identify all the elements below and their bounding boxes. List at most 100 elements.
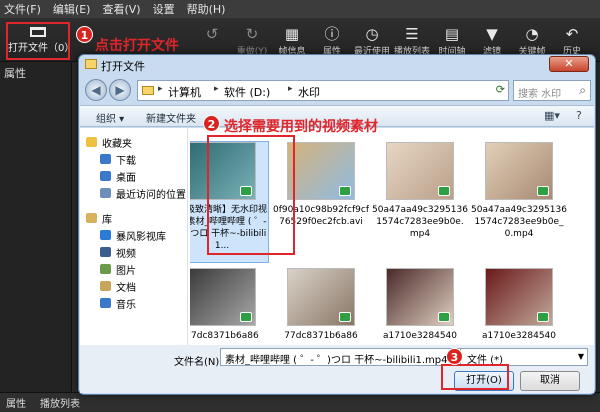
nav-item-label: 图片	[116, 265, 136, 277]
open-annotation-box	[441, 364, 509, 390]
nav-pane-item[interactable]: 桌面	[100, 168, 136, 184]
properties-panel: 属性	[0, 62, 72, 392]
nav-pane-item[interactable]: 暴风影视库	[100, 227, 166, 243]
nav-item-label: 最近访问的位置	[116, 189, 186, 201]
menu-item[interactable]: 设置	[153, 1, 175, 17]
video-file-icon	[240, 312, 252, 322]
toolbar-icon: ☰	[405, 25, 419, 43]
toolbar-button[interactable]: ↻ 重做(Y)	[232, 24, 272, 57]
nav-item-label: 收藏夹	[102, 138, 132, 150]
breadcrumb-drive[interactable]: 软件 (D:)	[224, 84, 270, 100]
dialog-title: 打开文件	[101, 60, 145, 73]
toolbar-button[interactable]: ⓘ 属性	[312, 24, 352, 57]
nav-item-label: 库	[102, 214, 112, 226]
toolbar-button[interactable]: ▦ 帧信息	[272, 24, 312, 57]
open-file-icon	[30, 27, 46, 37]
step-text-1: 点击打开文件	[95, 38, 179, 54]
file-name: 77dc8371b6a86	[284, 331, 358, 341]
dialog-title-bar: 打开文件 ✕	[79, 55, 595, 75]
organize-menu[interactable]: 组织 ▾	[96, 110, 124, 125]
nav-pane-item[interactable]: 文档	[100, 278, 136, 294]
filename-value: 素材_哔哩哔哩 ( ゜- ゜)つロ 干杯~-bilibili1.mp4.avi	[225, 355, 466, 366]
nav-pane-item[interactable]: 音乐	[100, 295, 136, 311]
file-name: a1710e3284540	[382, 331, 458, 341]
back-button[interactable]: ◀	[85, 79, 107, 101]
nav-pane-item[interactable]: 库	[86, 210, 112, 226]
breadcrumb-watermark[interactable]: 水印	[298, 84, 320, 100]
nav-pane-item[interactable]: 最近访问的位置	[100, 185, 186, 201]
toolbar-icon: ▤	[444, 25, 460, 43]
folder-icon	[85, 59, 97, 69]
menu-bar: 文件(F) 编辑(E) 查看(V) 设置 帮助(H)	[0, 0, 600, 18]
cancel-button[interactable]: 取消	[520, 371, 580, 391]
filename-field[interactable]: 素材_哔哩哔哩 ( ゜- ゜)つロ 干杯~-bilibili1.mp4.avi …	[220, 348, 470, 366]
video-thumbnail	[485, 268, 553, 326]
view-options-icon[interactable]: ▦▾	[544, 109, 560, 122]
video-thumbnail	[287, 142, 355, 200]
open-file-button[interactable]: 打开文件（0）	[6, 22, 74, 60]
help-icon[interactable]: ?	[576, 109, 582, 122]
toolbar-icon: ↶	[565, 25, 579, 43]
nav-item-label: 音乐	[116, 299, 136, 311]
menu-item[interactable]: 查看(V)	[102, 1, 140, 17]
video-file-icon	[438, 312, 450, 322]
nav-item-icon	[100, 171, 111, 181]
video-thumbnail	[386, 268, 454, 326]
nav-pane-item[interactable]: 图片	[100, 261, 136, 277]
file-name: 77dc8371b6a86	[190, 331, 259, 341]
forward-button[interactable]: ▶	[109, 79, 131, 101]
address-bar[interactable]: ▸ 计算机 ▸ 软件 (D:) ▸ 水印 ⟳	[137, 80, 509, 101]
dialog-body: 收藏夹下载桌面最近访问的位置库暴风影视库视频图片文档音乐 【极致清晰】无水印视频…	[80, 128, 594, 345]
toolbar-button[interactable]: ↺	[192, 24, 232, 44]
nav-item-icon	[86, 137, 97, 147]
nav-item-icon	[100, 264, 111, 274]
folder-icon	[142, 86, 154, 95]
nav-item-icon	[86, 213, 97, 223]
dialog-footer: 文件名(N): 素材_哔哩哔哩 ( ゜- ゜)つロ 干杯~-bilibili1.…	[80, 345, 594, 393]
nav-item-label: 文档	[116, 282, 136, 294]
file-name: 50a47aa49c32951361574c7283ee9b0e.mp4	[372, 205, 468, 239]
navigation-pane: 收藏夹下载 桌面最近访问的位置库暴风影视库视频图片文档音乐	[80, 128, 188, 345]
toolbar-icon: ⓘ	[324, 25, 340, 43]
chevron-right-icon: ▸	[288, 84, 293, 94]
close-button[interactable]: ✕	[549, 56, 589, 72]
menu-item[interactable]: 编辑(E)	[53, 1, 91, 17]
nav-item-icon	[100, 230, 111, 240]
open-file-label: 打开文件（0）	[8, 43, 75, 54]
video-thumbnail	[287, 268, 355, 326]
breadcrumb-computer[interactable]: 计算机	[168, 84, 201, 100]
video-thumbnail	[485, 142, 553, 200]
nav-item-label: 下载	[116, 155, 136, 167]
nav-item-icon	[100, 154, 111, 164]
toolbar-button[interactable]: ▼ 滤镜	[472, 24, 512, 57]
open-file-dialog: 打开文件 ✕ ◀ ▶ ▸ 计算机 ▸ 软件 (D:) ▸ 水印 ⟳ 搜索 水印 …	[78, 54, 596, 395]
menu-item[interactable]: 帮助(H)	[187, 1, 226, 17]
nav-item-label: 视频	[116, 248, 136, 260]
tab-properties[interactable]: 属性	[6, 395, 26, 410]
file-name: 50a47aa49c32951361574c7283ee9b0e_0.mp4	[471, 205, 567, 239]
file-name: a1710e3284540	[481, 331, 557, 341]
bottom-tab-bar: 属性 播放列表	[0, 392, 600, 412]
toolbar-button[interactable]: ◷ 最近使用	[352, 24, 392, 57]
menu-item[interactable]: 文件(F)	[4, 1, 41, 17]
search-input[interactable]: 搜索 水印 ⌕	[513, 80, 591, 101]
toolbar-icon: ▦	[284, 25, 300, 43]
toolbar-icon: ↻	[245, 25, 259, 43]
toolbar-button[interactable]: ◔ 关键帧	[512, 24, 552, 57]
video-thumbnail	[386, 142, 454, 200]
video-file-icon	[438, 186, 450, 196]
nav-item-icon	[100, 188, 111, 198]
video-file-icon	[339, 312, 351, 322]
tab-playlist[interactable]: 播放列表	[40, 395, 80, 410]
toolbar-icon: ↺	[205, 25, 219, 43]
toolbar-button[interactable]: ↶ 历史	[552, 24, 592, 57]
step-text-2: 选择需要用到的视频素材	[224, 119, 378, 135]
new-folder-button[interactable]: 新建文件夹	[146, 110, 196, 125]
toolbar-button[interactable]: ▤ 时间轴	[432, 24, 472, 57]
nav-pane-item[interactable]: 收藏夹	[86, 134, 132, 150]
nav-pane-item[interactable]: 视频	[100, 244, 136, 260]
toolbar-button[interactable]: ☰ 播放列表	[392, 24, 432, 57]
navigation-row: ◀ ▶ ▸ 计算机 ▸ 软件 (D:) ▸ 水印 ⟳ 搜索 水印 ⌕	[85, 79, 591, 103]
refresh-icon[interactable]: ⟳	[496, 83, 505, 96]
nav-pane-item[interactable]: 下载	[100, 151, 136, 167]
